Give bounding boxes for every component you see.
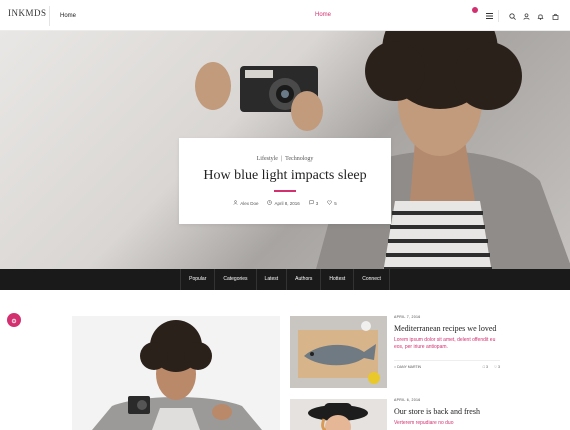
category-link[interactable]: Technology — [285, 156, 313, 162]
notification-badge — [472, 7, 478, 13]
post-title[interactable]: Mediterranean recipes we loved — [394, 324, 500, 334]
bag-icon[interactable] — [550, 11, 560, 21]
post-item: APRIL 7, 2016 Mediterranean recipes we l… — [394, 315, 500, 369]
post-categories: Lifestyle | Technology — [256, 156, 314, 162]
logo-divider — [49, 6, 50, 26]
fish-photo — [290, 316, 387, 388]
featured-post-card[interactable]: Lifestyle | Technology How blue light impa… — [179, 138, 391, 224]
header-separator — [498, 10, 499, 22]
gear-icon — [11, 311, 17, 329]
catbar-item-latest[interactable]: Latest — [255, 269, 287, 290]
category-link[interactable]: Lifestyle — [257, 156, 278, 162]
menu-icon[interactable] — [484, 11, 494, 21]
post-author[interactable]: Alex Doe — [240, 201, 258, 206]
catbar-item-authors[interactable]: Authors — [286, 269, 320, 290]
settings-fab[interactable] — [7, 313, 21, 327]
post-meta: Alex Doe April 8, 2016 3 5 — [179, 200, 391, 206]
like-count[interactable]: ♡ 3 — [494, 365, 500, 369]
post-item: APRIL 6, 2016 Our store is back and fres… — [394, 398, 500, 427]
post-excerpt: Verterem repudiare no duo — [394, 420, 454, 426]
woman-hat-photo — [290, 399, 387, 430]
post-author[interactable]: ○ DANY MARTIN — [394, 365, 421, 369]
nav-home-link[interactable]: Home — [60, 13, 76, 19]
title-underline — [274, 190, 296, 192]
comment-count[interactable]: □ 3 — [483, 365, 488, 369]
featured-post-title[interactable]: How blue light impacts sleep — [179, 168, 391, 184]
post-image-large[interactable] — [72, 316, 280, 430]
clock-icon — [267, 200, 273, 206]
bell-icon[interactable] — [535, 11, 545, 21]
comment-icon — [309, 200, 314, 206]
post-date: April 8, 2016 — [274, 200, 300, 206]
author-icon — [233, 200, 238, 206]
post-title[interactable]: Our store is back and fresh — [394, 407, 500, 417]
portrait-photo — [72, 316, 280, 430]
search-icon[interactable] — [507, 11, 517, 21]
post-thumbnail[interactable] — [290, 399, 387, 430]
catbar-item-hottest[interactable]: Hottest — [320, 269, 353, 290]
post-excerpt: Lorem ipsum dolor sit amet, delent offen… — [394, 337, 496, 350]
user-icon[interactable] — [521, 11, 531, 21]
site-header: INKMDS Home Home — [0, 0, 570, 31]
post-date: APRIL 6, 2016 — [394, 398, 421, 402]
heart-icon — [327, 200, 333, 206]
hero-banner[interactable]: Lifestyle | Technology How blue light impa… — [0, 31, 570, 269]
catbar-item-popular[interactable]: Popular — [180, 269, 214, 290]
catbar-item-categories[interactable]: Categories — [214, 269, 255, 290]
camera-image — [195, 62, 323, 131]
catbar-item-connect[interactable]: Connect — [353, 269, 390, 290]
post-date: APRIL 7, 2016 — [394, 315, 421, 319]
post-meta: ○ DANY MARTIN □ 3 ♡ 3 — [394, 360, 500, 369]
site-logo[interactable]: INKMDS — [8, 8, 47, 22]
like-count[interactable]: 5 — [334, 201, 337, 206]
comment-count[interactable]: 3 — [316, 201, 319, 206]
center-home-link[interactable]: Home — [315, 12, 331, 18]
post-thumbnail[interactable] — [290, 316, 387, 388]
category-bar: Popular Categories Latest Authors Hottes… — [0, 269, 570, 290]
